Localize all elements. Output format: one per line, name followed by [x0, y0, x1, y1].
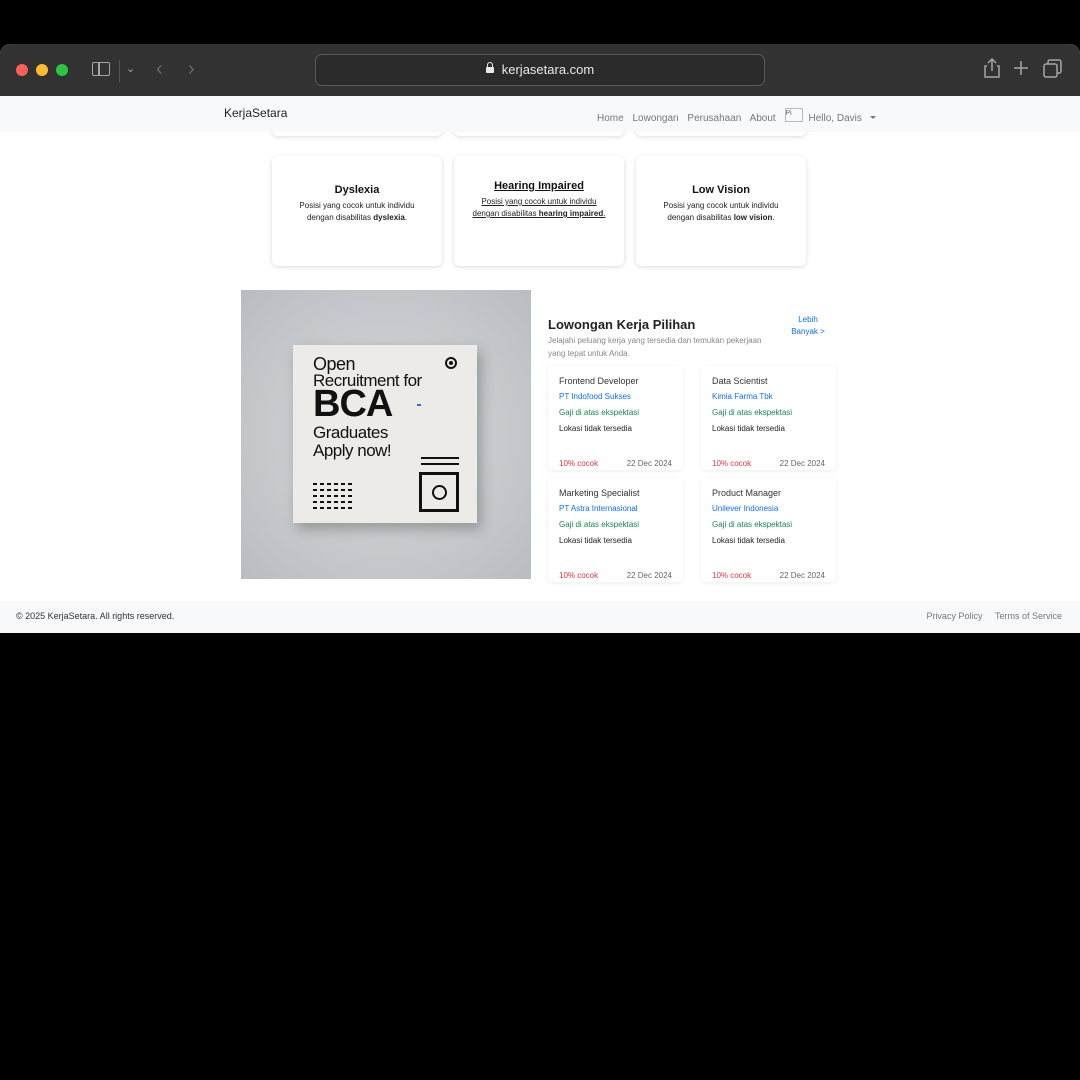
- job-company[interactable]: Kimia Farma Tbk: [712, 392, 773, 401]
- job-company[interactable]: PT Astra Internasional: [559, 504, 638, 513]
- web-page: KerjaSetara Home Lowongan Perusahaan Abo…: [0, 96, 1080, 633]
- job-company[interactable]: Unilever Indonesia: [712, 504, 778, 513]
- job-match: 10% cocok: [712, 571, 752, 580]
- privacy-policy-link[interactable]: Privacy Policy: [926, 611, 982, 621]
- job-match: 10% cocok: [712, 459, 752, 468]
- blue-mark: [417, 404, 421, 406]
- job-match: 10% cocok: [559, 459, 599, 468]
- card-title: Hearing Impaired: [494, 180, 584, 192]
- new-tab-icon[interactable]: [1013, 60, 1029, 76]
- job-company[interactable]: PT Indofood Sukses: [559, 392, 631, 401]
- nav-link-home[interactable]: Home: [597, 113, 624, 124]
- tab-overview-icon[interactable]: [1043, 58, 1063, 78]
- job-card-frontend-developer[interactable]: Frontend Developer PT Indofood Sukses Ga…: [548, 366, 683, 470]
- nav-links: Home Lowongan Perusahaan About Pi Hello, …: [597, 108, 882, 124]
- job-title: Frontend Developer: [559, 376, 639, 386]
- job-card-product-manager[interactable]: Product Manager Unilever Indonesia Gaji …: [701, 478, 836, 582]
- banner-line-5: Apply now!: [313, 441, 392, 460]
- job-date: 22 Dec 2024: [779, 459, 825, 468]
- recruitment-banner[interactable]: Open Recruitment for BCA Graduates Apply…: [241, 290, 531, 579]
- nav-link-lowongan[interactable]: Lowongan: [632, 113, 678, 124]
- footer-copyright: © 2025 KerjaSetara. All rights reserved.: [16, 611, 175, 621]
- job-date: 22 Dec 2024: [779, 571, 825, 580]
- site-footer: © 2025 KerjaSetara. All rights reserved.…: [0, 601, 1080, 633]
- share-icon[interactable]: [984, 58, 1000, 78]
- sidebar-toggle-icon[interactable]: [92, 62, 110, 76]
- job-title: Product Manager: [712, 488, 782, 498]
- job-card-marketing-specialist[interactable]: Marketing Specialist PT Astra Internasio…: [548, 478, 683, 582]
- dot-grid-mask: [313, 483, 353, 509]
- job-location: Lokasi tidak tersedia: [712, 536, 785, 545]
- job-salary: Gaji di atas ekspektasi: [712, 520, 793, 529]
- job-date: 22 Dec 2024: [626, 571, 672, 580]
- banner-line-3: BCA: [313, 383, 393, 425]
- disability-card-dyslexia[interactable]: Dyslexia Posisi yang cocok untuk individ…: [272, 156, 442, 266]
- avatar: Pi: [784, 108, 803, 122]
- banner-line-4: Graduates: [313, 423, 388, 442]
- job-location: Lokasi tidak tersedia: [712, 424, 785, 433]
- featured-jobs-title: Lowongan Kerja Pilihan: [548, 317, 696, 332]
- caret-down-icon: [869, 116, 876, 119]
- job-card-data-scientist[interactable]: Data Scientist Kimia Farma Tbk Gaji di a…: [701, 366, 836, 470]
- featured-jobs-subtitle: Jelajahi peluang kerja yang tersedia dan…: [548, 336, 762, 358]
- disability-card-hearing-impaired[interactable]: Hearing Impaired Posisi yang cocok untuk…: [454, 156, 624, 266]
- site-brand[interactable]: KerjaSetara: [224, 106, 287, 120]
- banner-poster: Open Recruitment for BCA Graduates Apply…: [293, 345, 477, 523]
- job-salary: Gaji di atas ekspektasi: [712, 408, 793, 417]
- url-text: kerjasetara.com: [501, 62, 595, 77]
- nav-link-perusahaan[interactable]: Perusahaan: [687, 113, 741, 124]
- job-title: Marketing Specialist: [559, 488, 640, 498]
- card-title: Low Vision: [692, 184, 750, 196]
- disability-card-low-vision[interactable]: Low Vision Posisi yang cocok untuk indiv…: [636, 156, 806, 266]
- site-navbar: KerjaSetara Home Lowongan Perusahaan Abo…: [0, 96, 1080, 132]
- user-menu[interactable]: Pi Hello, Davis: [784, 108, 882, 124]
- maximize-window-button[interactable]: [56, 64, 68, 76]
- job-salary: Gaji di atas ekspektasi: [559, 520, 640, 529]
- browser-window: ⌄ ‹ › kerjasetara.com KerjaSetara Home L…: [0, 44, 1080, 633]
- poster-line-1: [421, 457, 459, 459]
- card-description: Posisi yang cocok untuk individu dengan …: [663, 201, 779, 222]
- back-icon[interactable]: ‹: [156, 59, 163, 79]
- user-greeting: Hello, Davis: [808, 113, 862, 124]
- card-description: Posisi yang cocok untuk individu dengan …: [472, 197, 606, 218]
- footer-links: Privacy Policy Terms of Service: [916, 611, 1062, 621]
- job-date: 22 Dec 2024: [626, 459, 672, 468]
- more-jobs-link[interactable]: Lebih Banyak >: [790, 314, 826, 338]
- job-match: 10% cocok: [559, 571, 599, 580]
- minimize-window-button[interactable]: [36, 64, 48, 76]
- job-salary: Gaji di atas ekspektasi: [559, 408, 640, 417]
- address-bar[interactable]: kerjasetara.com: [315, 54, 765, 86]
- forward-icon[interactable]: ›: [188, 59, 195, 79]
- target-icon: [445, 357, 457, 369]
- chevron-down-icon[interactable]: ⌄: [126, 61, 135, 77]
- browser-toolbar: ⌄ ‹ › kerjasetara.com: [0, 44, 1080, 97]
- terms-of-service-link[interactable]: Terms of Service: [995, 611, 1062, 621]
- job-location: Lokasi tidak tersedia: [559, 536, 632, 545]
- lock-icon: [485, 62, 494, 73]
- job-location: Lokasi tidak tersedia: [559, 424, 632, 433]
- card-title: Dyslexia: [334, 184, 380, 196]
- camera-icon: [419, 472, 459, 512]
- card-description: Posisi yang cocok untuk individu dengan …: [299, 201, 415, 222]
- nav-link-about[interactable]: About: [750, 113, 776, 124]
- job-title: Data Scientist: [712, 376, 768, 386]
- toolbar-divider: [119, 60, 120, 82]
- close-window-button[interactable]: [16, 64, 28, 76]
- poster-line-2: [421, 463, 459, 465]
